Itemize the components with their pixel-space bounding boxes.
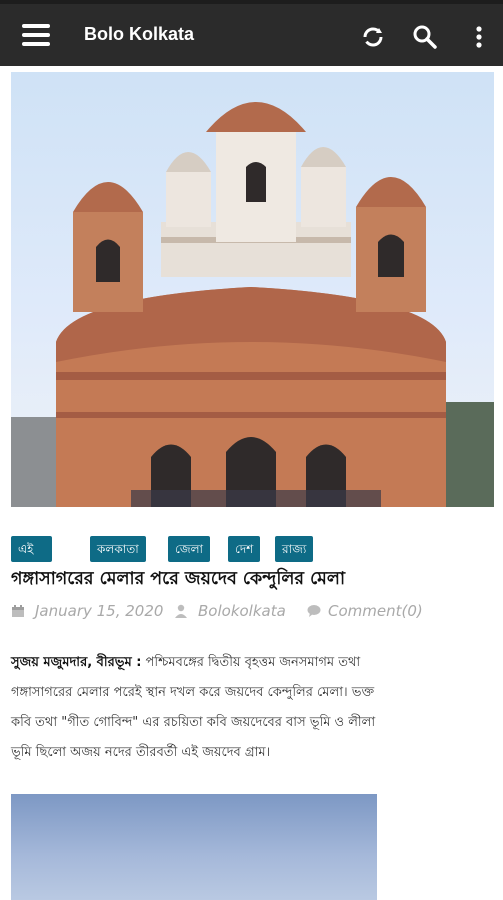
body-line-2: গঙ্গাসাগরের মেলার পরেই স্থান দখল করে জয়… [11,685,375,700]
app-title: Bolo Kolkata [84,24,195,44]
article-author[interactable]: Bolokolkata [198,602,286,620]
calendar-icon [12,605,24,617]
tag-jela[interactable]: জেলা [168,536,211,562]
tag-kolkata[interactable]: কলকাতা [90,536,146,562]
comment-icon [307,605,321,617]
menu-icon[interactable] [22,24,50,48]
body-line-1-text: পশ্চিমবঙ্গের দ্বিতীয় বৃহত্তম জনসমাগম তথ… [141,655,361,670]
article-headline[interactable]: গঙ্গাসাগরের মেলার পরে জয়দেব কেন্দুলির ম… [11,566,496,595]
body-line-4: ভূমি ছিলো অজয় নদের তীরবর্তী এই জয়দেব গ… [11,745,271,760]
refresh-icon[interactable] [360,24,386,50]
article-body: সুজয় মজুমদার, বীরভূম : পশ্চিমবঙ্গের দ্ব… [11,648,495,768]
article-inline-image[interactable] [11,794,377,900]
article-hero-image[interactable] [11,72,494,507]
article-byline: সুজয় মজুমদার, বীরভূম : [11,655,142,670]
tag-rajya[interactable]: রাজ্য [275,536,314,562]
more-vertical-icon[interactable] [466,24,492,50]
tag-ei-muhurte[interactable]: এই মুহূর্তে [11,536,52,582]
article-date: January 15, 2020 [35,602,164,620]
body-line-3: কবি তথা "গীত গোবিন্দ" এর রচয়িতা কবি জয়… [11,715,376,730]
temple-photo [11,102,494,507]
user-icon [175,604,187,618]
article-comments-link[interactable]: Comment(0) [328,602,423,620]
app-bar: Bolo Kolkata [0,0,503,66]
tag-desh[interactable]: দেশ [228,536,261,562]
body-line-1: সুজয় মজুমদার, বীরভূম : পশ্চিমবঙ্গের দ্ব… [11,648,495,678]
search-icon[interactable] [412,24,438,50]
